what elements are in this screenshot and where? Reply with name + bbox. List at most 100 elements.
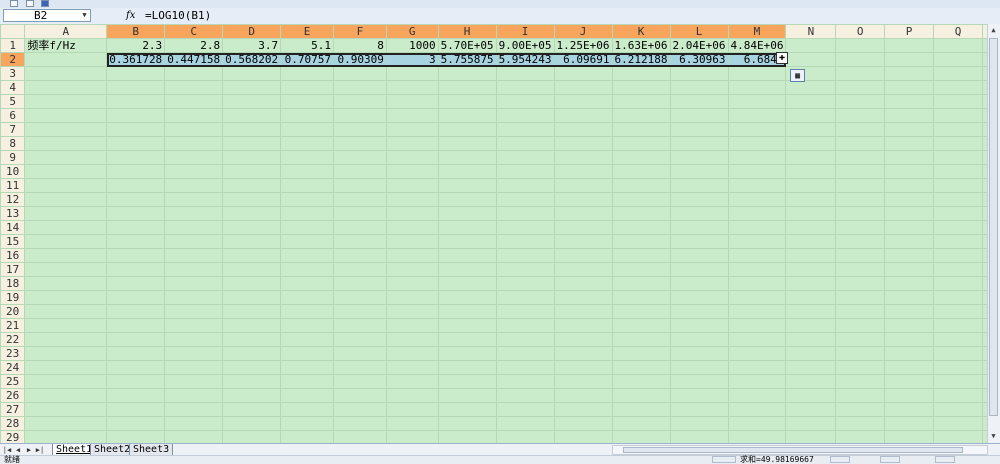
cell-b9[interactable] (106, 150, 166, 165)
cell-h22[interactable] (437, 332, 497, 347)
cell-g6[interactable] (385, 108, 439, 123)
cell-q7[interactable] (933, 122, 983, 137)
row-header-25[interactable]: 25 (0, 374, 26, 389)
cell-k8[interactable] (611, 136, 671, 151)
cell-o14[interactable] (835, 220, 886, 235)
cell-m29[interactable] (727, 430, 787, 443)
cell-p16[interactable] (884, 248, 935, 263)
cell-k11[interactable] (611, 178, 671, 193)
cell-e2[interactable]: 0.70757 (280, 52, 334, 67)
cell-f14[interactable] (332, 220, 387, 235)
cell-f11[interactable] (332, 178, 387, 193)
cell-a9[interactable] (24, 150, 108, 165)
cell-i21[interactable] (495, 318, 555, 333)
cell-p3[interactable] (884, 66, 935, 81)
cell-o2[interactable] (835, 52, 886, 67)
row-header-9[interactable]: 9 (0, 150, 26, 165)
row-header-19[interactable]: 19 (0, 290, 26, 305)
cell-m20[interactable] (727, 304, 787, 319)
cell-f28[interactable] (332, 416, 387, 431)
cell-d14[interactable] (222, 220, 282, 235)
cell-j14[interactable] (553, 220, 613, 235)
cell-o13[interactable] (835, 206, 886, 221)
cell-p9[interactable] (884, 150, 935, 165)
cell-c4[interactable] (164, 80, 224, 95)
cell-i9[interactable] (495, 150, 555, 165)
cell-j19[interactable] (553, 290, 613, 305)
cell-c17[interactable] (164, 262, 224, 277)
cell-i15[interactable] (495, 234, 555, 249)
cell-l19[interactable] (669, 290, 729, 305)
cell-c24[interactable] (164, 360, 224, 375)
cell-f5[interactable] (332, 94, 387, 109)
cell-a2[interactable] (24, 52, 108, 67)
cell-f27[interactable] (332, 402, 387, 417)
cell-a11[interactable] (24, 178, 108, 193)
cell-f24[interactable] (332, 360, 387, 375)
cell-b15[interactable] (106, 234, 166, 249)
cell-n17[interactable] (785, 262, 837, 277)
cell-h18[interactable] (437, 276, 497, 291)
cell-h14[interactable] (437, 220, 497, 235)
cell-g22[interactable] (385, 332, 439, 347)
cell-g16[interactable] (385, 248, 439, 263)
cell-d18[interactable] (222, 276, 282, 291)
cell-k12[interactable] (611, 192, 671, 207)
cell-o19[interactable] (835, 290, 886, 305)
cell-h13[interactable] (437, 206, 497, 221)
cell-j21[interactable] (553, 318, 613, 333)
cell-f20[interactable] (332, 304, 387, 319)
select-all-corner[interactable] (0, 24, 26, 39)
cell-a13[interactable] (24, 206, 108, 221)
cell-n10[interactable] (785, 164, 837, 179)
cell-l11[interactable] (669, 178, 729, 193)
cell-e7[interactable] (280, 122, 334, 137)
cell-m22[interactable] (727, 332, 787, 347)
cell-m6[interactable] (727, 108, 787, 123)
cell-a24[interactable] (24, 360, 108, 375)
cell-i14[interactable] (495, 220, 555, 235)
cell-k20[interactable] (611, 304, 671, 319)
cell-d3[interactable] (222, 66, 282, 81)
cell-n29[interactable] (785, 430, 837, 443)
cell-g11[interactable] (385, 178, 439, 193)
cell-l28[interactable] (669, 416, 729, 431)
cell-o27[interactable] (835, 402, 886, 417)
cell-h15[interactable] (437, 234, 497, 249)
cell-a7[interactable] (24, 122, 108, 137)
cell-d5[interactable] (222, 94, 282, 109)
cell-m14[interactable] (727, 220, 787, 235)
cell-c20[interactable] (164, 304, 224, 319)
cell-a3[interactable] (24, 66, 108, 81)
cell-p20[interactable] (884, 304, 935, 319)
save-icon[interactable] (41, 0, 49, 7)
cell-a10[interactable] (24, 164, 108, 179)
cell-h5[interactable] (437, 94, 497, 109)
cell-h19[interactable] (437, 290, 497, 305)
cell-l15[interactable] (669, 234, 729, 249)
cell-l13[interactable] (669, 206, 729, 221)
cell-e6[interactable] (280, 108, 334, 123)
cell-k1[interactable]: 1.63E+06 (611, 38, 671, 53)
cell-d6[interactable] (222, 108, 282, 123)
row-header-12[interactable]: 12 (0, 192, 26, 207)
cell-e22[interactable] (280, 332, 334, 347)
cell-o26[interactable] (835, 388, 886, 403)
row-header-2[interactable]: 2 (0, 52, 26, 67)
cell-m23[interactable] (727, 346, 787, 361)
cell-e4[interactable] (280, 80, 334, 95)
cell-j22[interactable] (553, 332, 613, 347)
cell-e23[interactable] (280, 346, 334, 361)
cell-d26[interactable] (222, 388, 282, 403)
column-header-l[interactable]: L (669, 24, 729, 39)
cell-q8[interactable] (933, 136, 983, 151)
cell-g7[interactable] (385, 122, 439, 137)
cell-b19[interactable] (106, 290, 166, 305)
cell-o15[interactable] (835, 234, 886, 249)
cell-j11[interactable] (553, 178, 613, 193)
cell-q1[interactable] (933, 38, 983, 53)
cell-e9[interactable] (280, 150, 334, 165)
cell-b6[interactable] (106, 108, 166, 123)
cell-b14[interactable] (106, 220, 166, 235)
cell-c15[interactable] (164, 234, 224, 249)
